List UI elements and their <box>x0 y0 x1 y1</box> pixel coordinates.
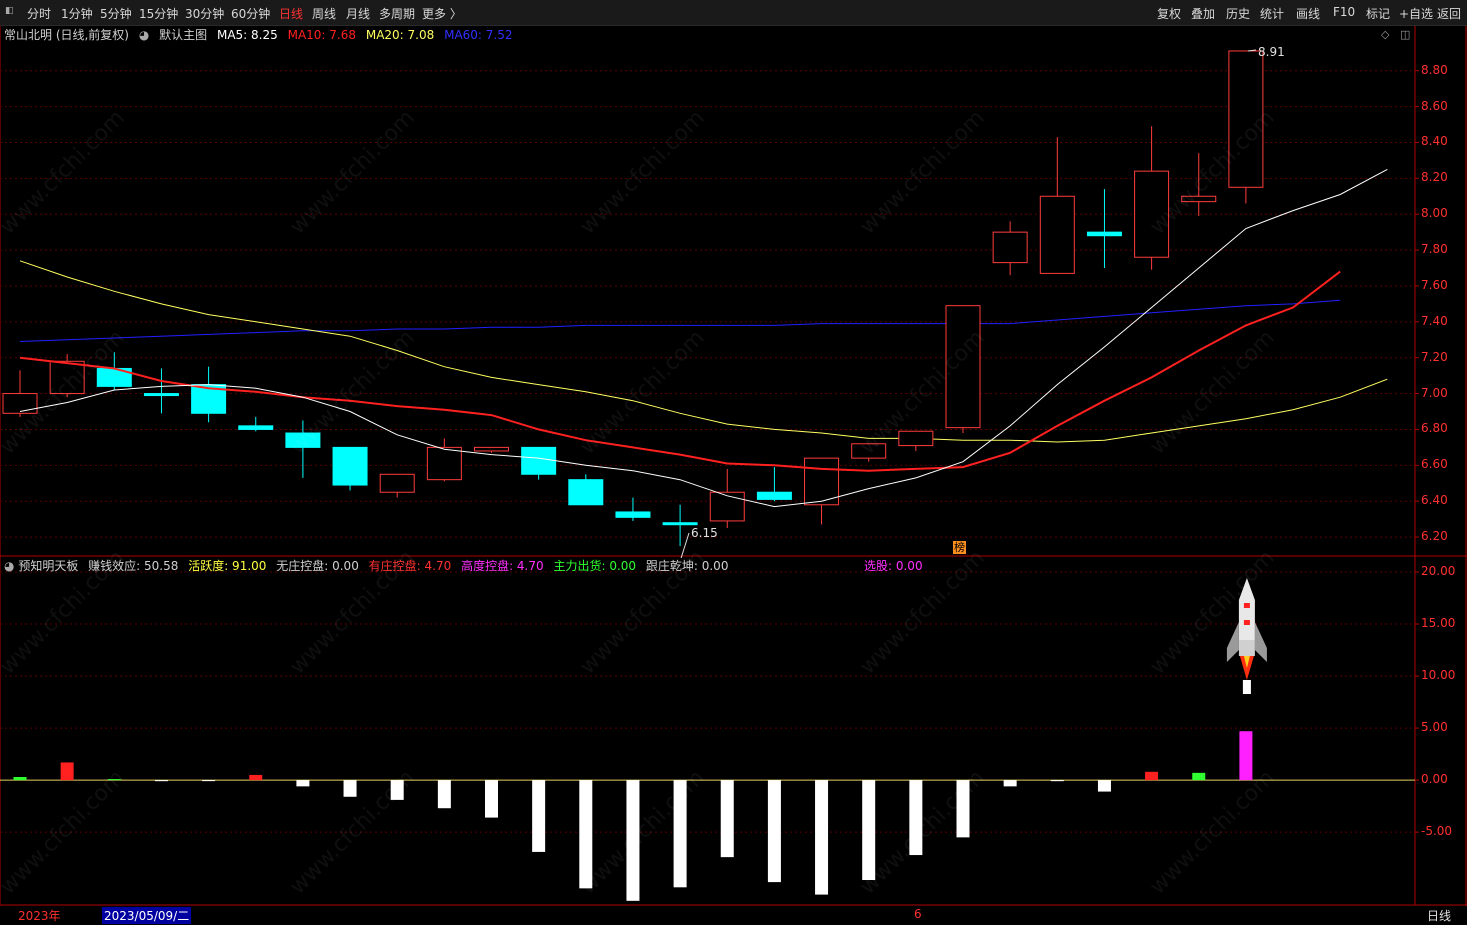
ind-bar <box>437 780 451 809</box>
ind-bar <box>107 779 121 781</box>
price-axis-label: 7.40 <box>1421 313 1448 328</box>
ind-bar <box>485 780 498 818</box>
candle-up <box>379 473 415 493</box>
ind-bar <box>626 780 640 901</box>
ind-bar <box>1145 771 1159 781</box>
price-axis-label: 8.20 <box>1421 170 1448 185</box>
month-label: 6 <box>914 907 922 921</box>
price-axis-label: 6.80 <box>1421 421 1448 436</box>
candle-up <box>1228 50 1264 188</box>
rocket-window-top <box>1243 603 1250 608</box>
ind-bar <box>815 780 829 895</box>
candle-up <box>1039 195 1075 274</box>
candle-down <box>285 432 321 448</box>
ind-axis-label: 15.00 <box>1421 616 1456 631</box>
ind-bar <box>1097 780 1111 792</box>
candle-up <box>49 360 85 395</box>
ind-bar <box>579 780 593 889</box>
ind-axis-label: 20.00 <box>1421 564 1456 578</box>
time-axis: 2023年 2023/05/09/二 6 日线 <box>0 906 1467 925</box>
rocket-window-bottom <box>1243 620 1250 625</box>
low-label: 6.15 <box>691 526 718 540</box>
candle-down <box>521 446 557 475</box>
ind-bar <box>1003 780 1017 787</box>
price-axis-label: 7.20 <box>1421 349 1448 364</box>
candle-up <box>426 446 462 481</box>
ind-bar <box>767 780 781 883</box>
period-label[interactable]: 日线 <box>1427 907 1451 924</box>
candle-up <box>1181 195 1217 203</box>
ind-bar <box>909 780 923 856</box>
ind-bar <box>956 780 970 838</box>
ind-axis-label: 10.00 <box>1421 668 1456 683</box>
ind-bar <box>13 777 27 781</box>
price-axis-label: 6.40 <box>1421 493 1448 508</box>
candle-up <box>1134 170 1170 258</box>
ind-bar <box>1239 731 1253 781</box>
rocket-exhaust <box>1242 680 1251 694</box>
candle-up <box>992 231 1028 264</box>
ind-axis-label: 5.00 <box>1421 720 1448 735</box>
ind-axis-label: 0.00 <box>1421 772 1448 787</box>
ind-bar <box>60 762 74 781</box>
candle-up <box>709 491 745 522</box>
price-axis-label: 7.60 <box>1421 277 1448 292</box>
ma20-line <box>19 260 1388 443</box>
ind-bar <box>532 780 546 852</box>
price-axis-label: 7.00 <box>1421 385 1448 400</box>
rocket-body <box>1238 578 1255 640</box>
year-label: 2023年 <box>18 909 61 923</box>
candle-up <box>898 430 934 447</box>
ind-bar <box>862 780 876 881</box>
rocket-fin-left <box>1226 622 1239 662</box>
candle-down <box>615 511 651 518</box>
price-axis-label: 8.40 <box>1421 134 1448 149</box>
ma60-line <box>19 299 1341 342</box>
ma10-line <box>19 270 1341 472</box>
candle-up <box>474 446 509 452</box>
cursor-date-label: 2023/05/09/二 <box>102 907 192 924</box>
price-axis-label: 8.60 <box>1421 98 1448 113</box>
ind-bar <box>202 780 216 782</box>
candle-up <box>2 393 38 414</box>
candle-down <box>662 522 698 526</box>
candle-down <box>238 425 274 430</box>
rocket-fin-right <box>1254 622 1267 662</box>
candle-down <box>332 446 368 486</box>
high-label: 8.91 <box>1258 45 1285 59</box>
ind-bar <box>1050 780 1064 782</box>
price-axis-label: 7.80 <box>1421 242 1448 257</box>
bang-badge[interactable]: 榜 <box>953 541 966 554</box>
ma5-line <box>19 168 1388 508</box>
ind-bar <box>720 780 734 858</box>
candle-down <box>568 479 604 506</box>
kline-chart[interactable] <box>0 0 1467 925</box>
rocket-base <box>1238 640 1255 656</box>
ind-bar <box>154 780 168 782</box>
candle-up <box>945 305 981 429</box>
ind-axis-label: -5.00 <box>1421 824 1453 839</box>
candle-down <box>143 393 179 397</box>
candle-down <box>1086 231 1122 237</box>
ind-bar <box>1192 772 1206 781</box>
ind-bar <box>390 780 404 800</box>
price-axis-label: 6.20 <box>1421 529 1448 544</box>
ind-bar <box>673 780 687 888</box>
price-axis-label: 8.00 <box>1421 206 1448 221</box>
ind-bar <box>343 780 357 797</box>
ind-bar <box>249 774 263 781</box>
candle-up <box>851 443 887 459</box>
ind-bar <box>296 780 310 787</box>
price-axis-label: 6.60 <box>1421 457 1448 472</box>
price-axis-label: 8.80 <box>1421 62 1448 77</box>
candle-down <box>756 491 792 500</box>
